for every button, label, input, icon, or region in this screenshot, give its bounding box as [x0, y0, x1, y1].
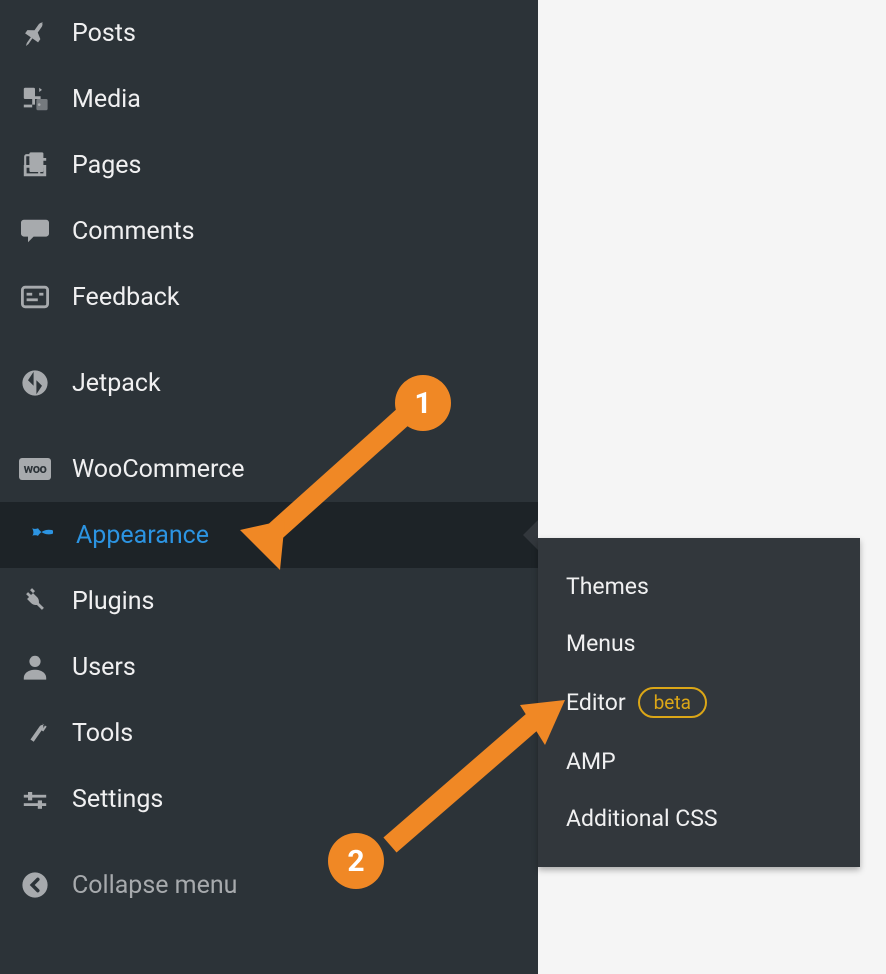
tools-icon	[20, 718, 50, 748]
submenu-item-editor[interactable]: Editor beta	[538, 672, 860, 733]
sidebar-item-appearance[interactable]: Appearance	[0, 502, 538, 568]
sidebar-item-label: WooCommerce	[72, 455, 245, 484]
plugin-icon	[20, 586, 50, 616]
admin-sidebar: Posts Media Pages Comments Feedback Jetp…	[0, 0, 538, 974]
sidebar-item-tools[interactable]: Tools	[0, 700, 538, 766]
sidebar-item-media[interactable]: Media	[0, 66, 538, 132]
submenu-label: Editor	[566, 689, 626, 716]
menu-separator	[0, 330, 538, 350]
submenu-item-amp[interactable]: AMP	[538, 733, 860, 790]
media-icon	[20, 84, 50, 114]
sidebar-item-label: Media	[72, 85, 141, 114]
comment-icon	[20, 216, 50, 246]
woo-icon: woo	[20, 454, 50, 484]
pin-icon	[20, 18, 50, 48]
settings-icon	[20, 784, 50, 814]
sidebar-item-settings[interactable]: Settings	[0, 766, 538, 832]
submenu-item-menus[interactable]: Menus	[538, 615, 860, 672]
sidebar-item-label: Posts	[72, 19, 136, 48]
users-icon	[20, 652, 50, 682]
pages-icon	[20, 150, 50, 180]
sidebar-item-label: Tools	[72, 719, 133, 748]
submenu-item-additional-css[interactable]: Additional CSS	[538, 790, 860, 847]
submenu-item-themes[interactable]: Themes	[538, 558, 860, 615]
collapse-icon	[20, 870, 50, 900]
collapse-menu-button[interactable]: Collapse menu	[0, 852, 538, 918]
sidebar-item-label: Appearance	[76, 521, 209, 550]
sidebar-item-comments[interactable]: Comments	[0, 198, 538, 264]
sidebar-item-label: Jetpack	[72, 369, 161, 398]
submenu-label: AMP	[566, 748, 616, 775]
submenu-label: Menus	[566, 630, 636, 657]
beta-badge: beta	[638, 687, 707, 718]
appearance-submenu: Themes Menus Editor beta AMP Additional …	[538, 538, 860, 867]
menu-separator	[0, 832, 538, 852]
sidebar-item-feedback[interactable]: Feedback	[0, 264, 538, 330]
sidebar-item-users[interactable]: Users	[0, 634, 538, 700]
sidebar-item-label: Pages	[72, 151, 141, 180]
sidebar-item-jetpack[interactable]: Jetpack	[0, 350, 538, 416]
sidebar-item-plugins[interactable]: Plugins	[0, 568, 538, 634]
brush-icon	[24, 520, 54, 550]
sidebar-item-label: Feedback	[72, 283, 180, 312]
sidebar-item-posts[interactable]: Posts	[0, 0, 538, 66]
sidebar-item-woocommerce[interactable]: woo WooCommerce	[0, 436, 538, 502]
sidebar-item-pages[interactable]: Pages	[0, 132, 538, 198]
sidebar-item-label: Comments	[72, 217, 195, 246]
collapse-label: Collapse menu	[72, 871, 237, 900]
jetpack-icon	[20, 368, 50, 398]
submenu-label: Additional CSS	[566, 805, 718, 832]
sidebar-item-label: Users	[72, 653, 136, 682]
submenu-label: Themes	[566, 573, 649, 600]
feedback-icon	[20, 282, 50, 312]
sidebar-item-label: Settings	[72, 785, 163, 814]
sidebar-item-label: Plugins	[72, 587, 154, 616]
menu-separator	[0, 416, 538, 436]
